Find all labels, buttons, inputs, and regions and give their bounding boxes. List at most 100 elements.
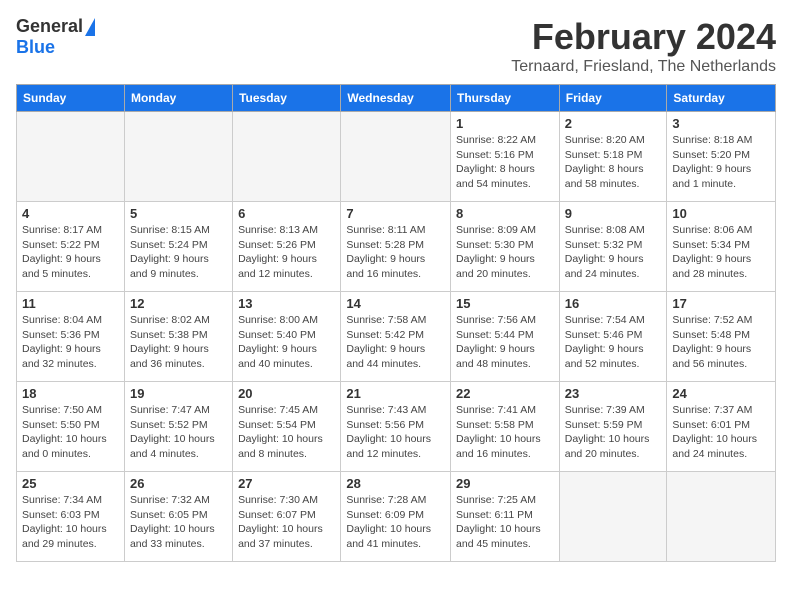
day-number: 25 xyxy=(22,476,119,491)
day-number: 19 xyxy=(130,386,227,401)
weekday-header-cell: Sunday xyxy=(17,85,125,112)
calendar-week-row: 4 Sunrise: 8:17 AMSunset: 5:22 PMDaylight… xyxy=(17,202,776,292)
calendar-day-cell: 19 Sunrise: 7:47 AMSunset: 5:52 PMDayligh… xyxy=(124,382,232,472)
day-info: Sunrise: 8:20 AMSunset: 5:18 PMDaylight:… xyxy=(565,133,662,192)
day-number: 13 xyxy=(238,296,335,311)
day-number: 17 xyxy=(672,296,770,311)
day-info: Sunrise: 7:58 AMSunset: 5:42 PMDaylight:… xyxy=(346,313,445,372)
header: General Blue February 2024 Ternaard, Fri… xyxy=(16,16,776,76)
weekday-header-row: SundayMondayTuesdayWednesdayThursdayFrid… xyxy=(17,85,776,112)
day-number: 23 xyxy=(565,386,662,401)
day-number: 16 xyxy=(565,296,662,311)
calendar-body: 1 Sunrise: 8:22 AMSunset: 5:16 PMDaylight… xyxy=(17,112,776,562)
calendar-day-cell: 24Sunrise: 7:37 AMSunset: 6:01 PMDayligh… xyxy=(667,382,776,472)
calendar-day-cell: 21Sunrise: 7:43 AMSunset: 5:56 PMDayligh… xyxy=(341,382,451,472)
day-info: Sunrise: 7:37 AMSunset: 6:01 PMDaylight:… xyxy=(672,403,770,462)
day-number: 12 xyxy=(130,296,227,311)
calendar-day-cell: 12Sunrise: 8:02 AMSunset: 5:38 PMDayligh… xyxy=(124,292,232,382)
calendar-week-row: 18 Sunrise: 7:50 AMSunset: 5:50 PMDayligh… xyxy=(17,382,776,472)
calendar-day-cell: 1 Sunrise: 8:22 AMSunset: 5:16 PMDaylight… xyxy=(451,112,560,202)
calendar-table: SundayMondayTuesdayWednesdayThursdayFrid… xyxy=(16,84,776,562)
day-number: 1 xyxy=(456,116,554,131)
calendar-week-row: 25 Sunrise: 7:34 AMSunset: 6:03 PMDayligh… xyxy=(17,472,776,562)
calendar-day-cell: 6Sunrise: 8:13 AMSunset: 5:26 PMDaylight… xyxy=(233,202,341,292)
logo-blue-text: Blue xyxy=(16,37,55,58)
logo-general-text: General xyxy=(16,16,83,37)
calendar-day-cell: 14 Sunrise: 7:58 AMSunset: 5:42 PMDayligh… xyxy=(341,292,451,382)
calendar-day-cell xyxy=(17,112,125,202)
day-info: Sunrise: 7:47 AMSunset: 5:52 PMDaylight:… xyxy=(130,403,227,462)
day-number: 18 xyxy=(22,386,119,401)
day-number: 29 xyxy=(456,476,554,491)
day-number: 14 xyxy=(346,296,445,311)
location-title: Ternaard, Friesland, The Netherlands xyxy=(511,58,776,76)
day-info: Sunrise: 7:50 AMSunset: 5:50 PMDaylight:… xyxy=(22,403,119,462)
day-number: 21 xyxy=(346,386,445,401)
day-info: Sunrise: 8:11 AMSunset: 5:28 PMDaylight:… xyxy=(346,223,445,282)
day-number: 22 xyxy=(456,386,554,401)
calendar-week-row: 11 Sunrise: 8:04 AMSunset: 5:36 PMDayligh… xyxy=(17,292,776,382)
day-number: 8 xyxy=(456,206,554,221)
day-number: 5 xyxy=(130,206,227,221)
weekday-header-cell: Friday xyxy=(559,85,667,112)
day-number: 3 xyxy=(672,116,770,131)
day-info: Sunrise: 7:52 AMSunset: 5:48 PMDaylight:… xyxy=(672,313,770,372)
day-info: Sunrise: 8:17 AMSunset: 5:22 PMDaylight:… xyxy=(22,223,119,282)
calendar-day-cell: 29 Sunrise: 7:25 AMSunset: 6:11 PMDayligh… xyxy=(451,472,560,562)
day-number: 9 xyxy=(565,206,662,221)
calendar-day-cell: 27 Sunrise: 7:30 AMSunset: 6:07 PMDayligh… xyxy=(233,472,341,562)
weekday-header-cell: Wednesday xyxy=(341,85,451,112)
calendar-day-cell: 22 Sunrise: 7:41 AMSunset: 5:58 PMDayligh… xyxy=(451,382,560,472)
calendar-day-cell: 10 Sunrise: 8:06 AMSunset: 5:34 PMDayligh… xyxy=(667,202,776,292)
day-number: 6 xyxy=(238,206,335,221)
weekday-header-cell: Monday xyxy=(124,85,232,112)
calendar-day-cell: 28Sunrise: 7:28 AMSunset: 6:09 PMDayligh… xyxy=(341,472,451,562)
calendar-day-cell: 26 Sunrise: 7:32 AMSunset: 6:05 PMDayligh… xyxy=(124,472,232,562)
calendar-day-cell xyxy=(233,112,341,202)
calendar-day-cell: 15Sunrise: 7:56 AMSunset: 5:44 PMDayligh… xyxy=(451,292,560,382)
calendar-day-cell: 25 Sunrise: 7:34 AMSunset: 6:03 PMDayligh… xyxy=(17,472,125,562)
day-info: Sunrise: 8:00 AMSunset: 5:40 PMDaylight:… xyxy=(238,313,335,372)
month-title: February 2024 xyxy=(511,16,776,58)
calendar-day-cell: 2 Sunrise: 8:20 AMSunset: 5:18 PMDaylight… xyxy=(559,112,667,202)
title-area: February 2024 Ternaard, Friesland, The N… xyxy=(511,16,776,76)
day-number: 10 xyxy=(672,206,770,221)
day-info: Sunrise: 8:22 AMSunset: 5:16 PMDaylight:… xyxy=(456,133,554,192)
calendar-day-cell: 13 Sunrise: 8:00 AMSunset: 5:40 PMDayligh… xyxy=(233,292,341,382)
day-info: Sunrise: 7:41 AMSunset: 5:58 PMDaylight:… xyxy=(456,403,554,462)
logo-triangle-icon xyxy=(85,18,95,36)
calendar-day-cell: 8 Sunrise: 8:09 AMSunset: 5:30 PMDaylight… xyxy=(451,202,560,292)
calendar-day-cell: 3 Sunrise: 8:18 AMSunset: 5:20 PMDaylight… xyxy=(667,112,776,202)
day-info: Sunrise: 7:39 AMSunset: 5:59 PMDaylight:… xyxy=(565,403,662,462)
day-number: 27 xyxy=(238,476,335,491)
day-number: 2 xyxy=(565,116,662,131)
weekday-header-cell: Saturday xyxy=(667,85,776,112)
weekday-header-cell: Thursday xyxy=(451,85,560,112)
day-info: Sunrise: 7:30 AMSunset: 6:07 PMDaylight:… xyxy=(238,493,335,552)
day-info: Sunrise: 8:18 AMSunset: 5:20 PMDaylight:… xyxy=(672,133,770,192)
day-info: Sunrise: 8:04 AMSunset: 5:36 PMDaylight:… xyxy=(22,313,119,372)
day-number: 7 xyxy=(346,206,445,221)
logo: General Blue xyxy=(16,16,95,58)
day-info: Sunrise: 7:32 AMSunset: 6:05 PMDaylight:… xyxy=(130,493,227,552)
calendar-day-cell: 23 Sunrise: 7:39 AMSunset: 5:59 PMDayligh… xyxy=(559,382,667,472)
calendar-day-cell xyxy=(667,472,776,562)
day-info: Sunrise: 8:06 AMSunset: 5:34 PMDaylight:… xyxy=(672,223,770,282)
calendar-day-cell: 5 Sunrise: 8:15 AMSunset: 5:24 PMDaylight… xyxy=(124,202,232,292)
calendar-day-cell: 4 Sunrise: 8:17 AMSunset: 5:22 PMDaylight… xyxy=(17,202,125,292)
calendar-day-cell: 18 Sunrise: 7:50 AMSunset: 5:50 PMDayligh… xyxy=(17,382,125,472)
day-number: 11 xyxy=(22,296,119,311)
day-info: Sunrise: 8:09 AMSunset: 5:30 PMDaylight:… xyxy=(456,223,554,282)
day-number: 4 xyxy=(22,206,119,221)
day-info: Sunrise: 8:08 AMSunset: 5:32 PMDaylight:… xyxy=(565,223,662,282)
calendar-day-cell: 11 Sunrise: 8:04 AMSunset: 5:36 PMDayligh… xyxy=(17,292,125,382)
day-number: 26 xyxy=(130,476,227,491)
day-number: 20 xyxy=(238,386,335,401)
calendar-day-cell: 20Sunrise: 7:45 AMSunset: 5:54 PMDayligh… xyxy=(233,382,341,472)
day-info: Sunrise: 8:15 AMSunset: 5:24 PMDaylight:… xyxy=(130,223,227,282)
day-number: 28 xyxy=(346,476,445,491)
calendar-day-cell: 9 Sunrise: 8:08 AMSunset: 5:32 PMDaylight… xyxy=(559,202,667,292)
day-info: Sunrise: 7:54 AMSunset: 5:46 PMDaylight:… xyxy=(565,313,662,372)
day-info: Sunrise: 7:34 AMSunset: 6:03 PMDaylight:… xyxy=(22,493,119,552)
day-info: Sunrise: 7:25 AMSunset: 6:11 PMDaylight:… xyxy=(456,493,554,552)
